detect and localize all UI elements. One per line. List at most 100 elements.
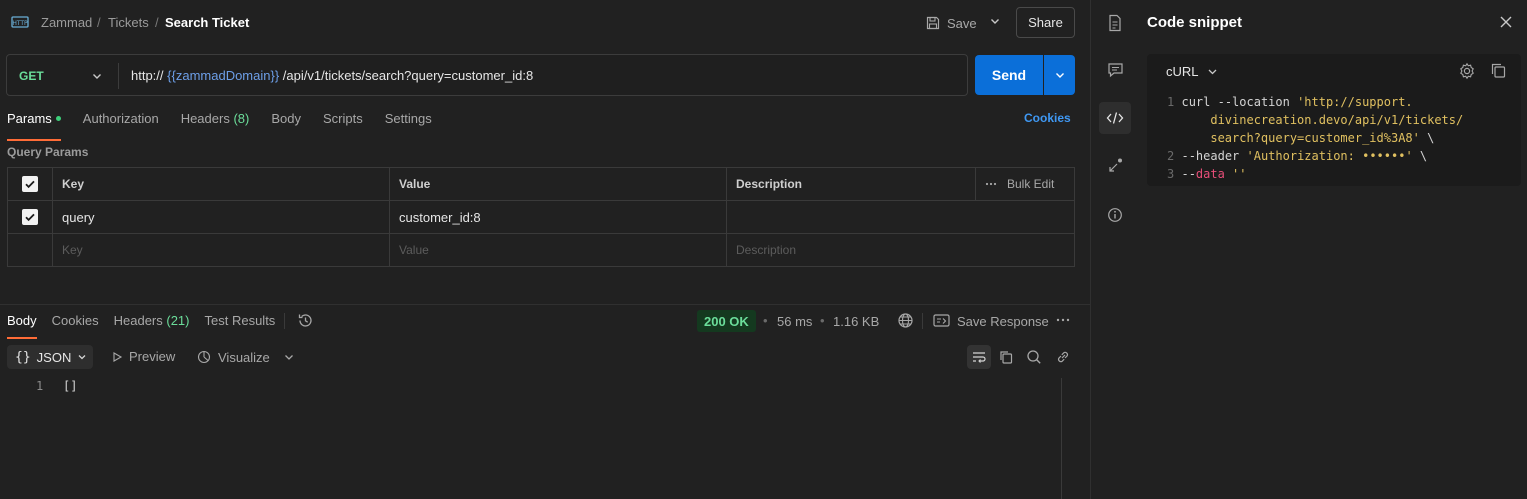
url-input[interactable]: http:// {{zammadDomain}} /api/v1/tickets… (131, 68, 533, 83)
query-params-title: Query Params (7, 145, 89, 159)
documentation-icon[interactable] (1105, 13, 1125, 33)
bulk-edit-button[interactable]: Bulk Edit (976, 168, 1074, 200)
tab-params[interactable]: Params (7, 111, 61, 141)
response-tab-test-results[interactable]: Test Results (205, 313, 276, 339)
code-string: 'http://support. (1297, 95, 1413, 109)
code-line-number: 1 (1167, 95, 1175, 109)
format-select[interactable]: {} JSON (7, 345, 93, 369)
info-icon[interactable] (1105, 205, 1125, 225)
visualize-button[interactable]: Visualize (196, 349, 270, 365)
code-line: 3 --data '' (1167, 165, 1463, 183)
settings-icon[interactable] (1458, 62, 1476, 80)
code-text: -- (1181, 167, 1196, 181)
tab-scripts[interactable]: Scripts (323, 111, 363, 141)
language-select[interactable]: cURL (1166, 64, 1218, 79)
preview-label: Preview (129, 349, 176, 364)
code-line: divinecreation.devo/api/v1/tickets/ (1167, 111, 1463, 129)
copy-icon[interactable] (998, 349, 1014, 365)
empty-checkbox-cell (8, 234, 53, 266)
preview-button[interactable]: Preview (111, 349, 175, 364)
table-row: query customer_id:8 (8, 201, 1074, 234)
code-line: 2 --header 'Authorization: ••••••' \ (1167, 147, 1463, 165)
response-scrollbar[interactable] (1061, 378, 1062, 499)
breadcrumb-folder[interactable]: Tickets (108, 15, 149, 30)
braces-icon: {} (15, 349, 31, 365)
search-icon[interactable] (1026, 349, 1042, 365)
row-checkbox[interactable] (22, 209, 38, 225)
url-path: /api/v1/tickets/search?query=customer_id… (282, 68, 534, 83)
param-value-field[interactable]: customer_id:8 (390, 201, 727, 233)
url-bar: GET http:// {{zammadDomain}} /api/v1/tic… (6, 54, 968, 96)
cookies-link[interactable]: Cookies (1024, 111, 1071, 125)
breadcrumb-separator: / (155, 15, 159, 30)
new-value-field[interactable]: Value (390, 234, 727, 266)
share-button[interactable]: Share (1016, 7, 1075, 38)
more-horizontal-icon (985, 182, 997, 186)
visualize-icon (196, 349, 212, 365)
code-text: --header (1181, 149, 1247, 163)
tab-body[interactable]: Body (271, 111, 301, 141)
code-icon[interactable] (1105, 108, 1125, 128)
response-tabs: Body Cookies Headers (21) Test Results (7, 313, 290, 339)
tab-params-label: Params (7, 111, 52, 126)
row-checkbox-cell (8, 201, 53, 233)
save-button[interactable]: Save (925, 10, 977, 36)
breadcrumb-separator: / (97, 15, 101, 30)
more-options-icon[interactable] (1056, 318, 1070, 322)
bulk-edit-label: Bulk Edit (1007, 177, 1055, 191)
response-size[interactable]: 1.16 KB (833, 314, 879, 329)
top-bar: HTTP Zammad / Tickets / Search Ticket Sa… (0, 0, 1090, 45)
response-tab-body[interactable]: Body (7, 313, 37, 339)
save-label: Save (947, 15, 977, 31)
response-tab-cookies[interactable]: Cookies (52, 313, 99, 339)
new-key-field[interactable]: Key (53, 234, 390, 266)
code-string: 'Authorization: ••••••' (1246, 149, 1413, 163)
url-divider (118, 63, 119, 89)
divider (922, 313, 923, 329)
param-key-field[interactable]: query (53, 201, 390, 233)
wrap-icon (971, 350, 987, 364)
code-line: search?query=customer_id%3A8' \ (1167, 129, 1463, 147)
related-collections-icon[interactable] (1105, 156, 1125, 176)
main-pane: HTTP Zammad / Tickets / Search Ticket Sa… (0, 0, 1090, 499)
separator-dot: • (763, 313, 768, 328)
http-request-icon: HTTP (11, 14, 29, 30)
status-badge[interactable]: 200 OK (697, 310, 756, 332)
tab-authorization[interactable]: Authorization (83, 111, 159, 141)
key-column-header: Key (53, 168, 390, 200)
visualize-chevron-icon[interactable] (283, 351, 295, 363)
link-icon[interactable] (1055, 349, 1071, 365)
page-title[interactable]: Search Ticket (165, 15, 249, 30)
breadcrumb-collection[interactable]: Zammad (41, 15, 92, 30)
send-button[interactable]: Send (975, 55, 1043, 95)
select-all-cell (8, 168, 53, 200)
copy-snippet-icon[interactable] (1490, 62, 1507, 79)
response-time[interactable]: 56 ms (777, 314, 812, 329)
divider (284, 313, 285, 329)
save-response-button[interactable]: Save Response (957, 314, 1049, 329)
method-select[interactable]: GET (19, 69, 44, 83)
response-body[interactable]: [] (63, 379, 77, 393)
tab-settings[interactable]: Settings (385, 111, 432, 141)
chevron-down-icon (77, 352, 87, 362)
close-icon[interactable] (1499, 15, 1513, 29)
param-description-field[interactable] (727, 201, 1074, 233)
wrap-lines-button[interactable] (967, 345, 991, 369)
response-divider[interactable] (0, 304, 1090, 305)
send-options-button[interactable] (1044, 55, 1075, 95)
save-options-chevron-icon[interactable] (988, 14, 1002, 28)
comments-icon[interactable] (1105, 60, 1125, 80)
select-all-checkbox[interactable] (22, 176, 38, 192)
method-chevron-icon[interactable] (91, 70, 103, 82)
separator-dot: • (820, 313, 825, 328)
tab-headers[interactable]: Headers (8) (181, 111, 250, 141)
description-column-header: Description (727, 168, 976, 200)
code-snippet-body[interactable]: 1 curl --location 'http://support. divin… (1167, 93, 1463, 183)
new-description-field[interactable]: Description (727, 234, 1074, 266)
code-line-number: 2 (1167, 149, 1175, 163)
globe-icon[interactable] (897, 312, 914, 329)
history-icon[interactable] (297, 312, 314, 329)
response-tab-headers[interactable]: Headers (21) (114, 313, 190, 339)
